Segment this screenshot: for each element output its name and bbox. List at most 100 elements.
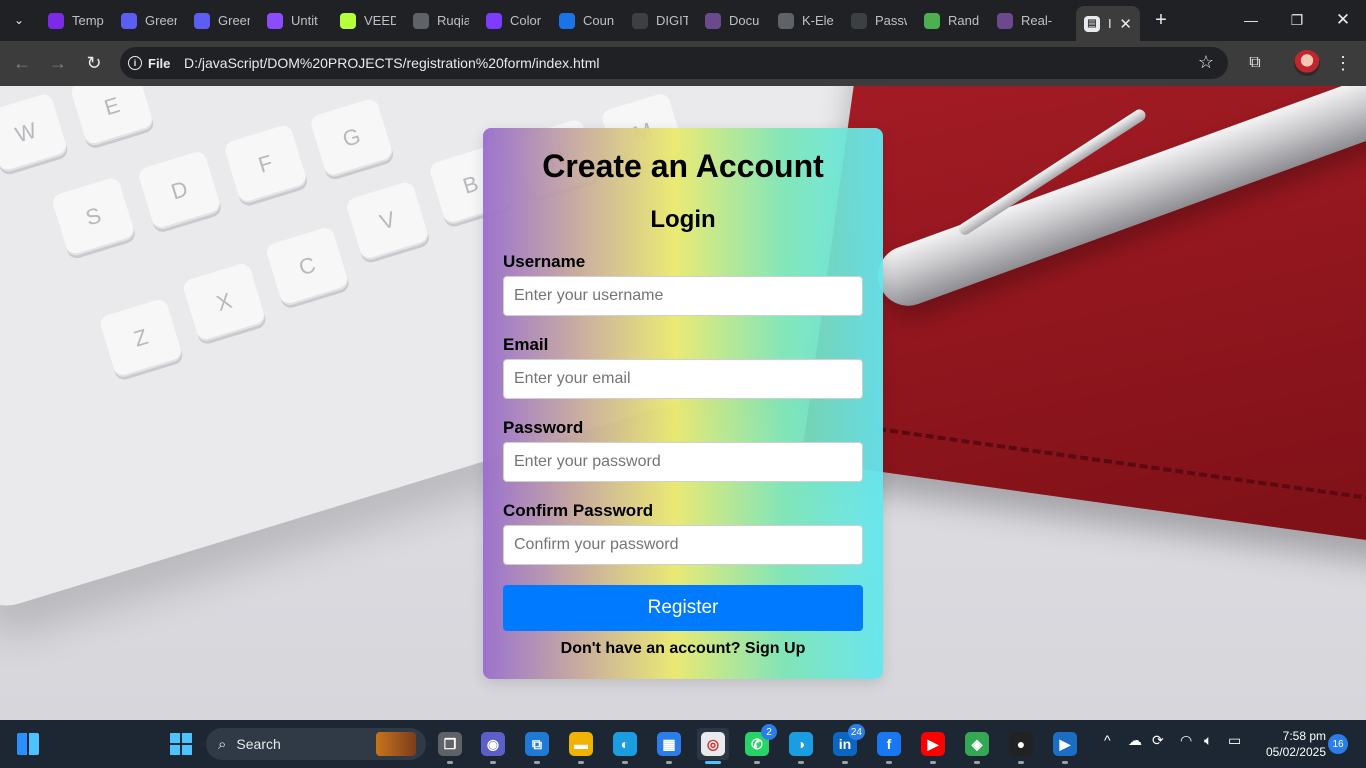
- email-label: Email: [503, 335, 549, 354]
- signup-link[interactable]: Don't have an account? Sign Up: [483, 640, 883, 658]
- menu-icon[interactable]: ⋮: [1332, 50, 1354, 76]
- url-text[interactable]: D:/javaScript/DOM%20PROJECTS/registratio…: [184, 55, 599, 71]
- tab-14[interactable]: Real-: [989, 6, 1061, 35]
- tab-label: Docu: [729, 13, 760, 28]
- tab-5[interactable]: VEED: [332, 6, 404, 35]
- new-tab-button[interactable]: +: [1150, 8, 1172, 32]
- tab-12[interactable]: Passw: [843, 6, 915, 35]
- maximize-button[interactable]: ❐: [1274, 6, 1320, 34]
- tab-active[interactable]: ▤ I ✕: [1076, 6, 1140, 41]
- tab-8[interactable]: Coun: [551, 6, 623, 35]
- tab-label: I: [1108, 16, 1112, 31]
- tab-label: Ruqia: [437, 13, 469, 28]
- profile-avatar[interactable]: [1294, 50, 1320, 76]
- vscode-taskbar-icon[interactable]: ⧉: [521, 728, 553, 764]
- tab-6[interactable]: Ruqia: [405, 6, 477, 35]
- site-chip-label: File: [148, 55, 171, 71]
- recorder-taskbar-icon[interactable]: ●: [1005, 728, 1037, 764]
- maps-icon: ◈: [965, 732, 989, 756]
- media-player-taskbar-icon[interactable]: ▶: [1049, 728, 1081, 764]
- tab-label: Real-: [1021, 13, 1053, 28]
- file-explorer-taskbar-icon[interactable]: ▬: [565, 728, 597, 764]
- taskbar-search[interactable]: ⌕ Search: [206, 728, 426, 760]
- file-explorer-icon: ▬: [569, 732, 593, 756]
- meet-icon: ◉: [481, 732, 505, 756]
- address-bar[interactable]: i File D:/javaScript/DOM%20PROJECTS/regi…: [120, 47, 1228, 79]
- tab-4[interactable]: Untit: [259, 6, 331, 35]
- page-viewport: WEHSDFGBNMVCXZ Create an Account Login U…: [0, 86, 1366, 720]
- keyboard-key: E: [69, 86, 155, 148]
- task-view-taskbar-icon[interactable]: ❐: [434, 728, 466, 764]
- tab-10[interactable]: Docu: [697, 6, 769, 35]
- keyboard-key: C: [264, 225, 351, 308]
- tab-13[interactable]: Rand: [916, 6, 988, 35]
- sync-icon[interactable]: ⟳: [1152, 732, 1164, 749]
- register-button[interactable]: Register: [503, 585, 863, 631]
- confirm-password-input[interactable]: [503, 525, 863, 565]
- minimize-button[interactable]: —: [1228, 6, 1274, 34]
- edge-profile-taskbar-icon[interactable]: ◑: [785, 728, 817, 764]
- tab-strip: ⌄ Temp Green Green Untit VEED Ruqia Color Coun D…: [0, 0, 1366, 41]
- extensions-icon[interactable]: ⧉: [1242, 50, 1268, 76]
- tab-label: VEED: [364, 13, 396, 28]
- search-highlight-image: [376, 732, 416, 756]
- color-icon: [486, 12, 502, 29]
- tab-3[interactable]: Green: [186, 6, 258, 35]
- bookmark-star-icon[interactable]: ☆: [1198, 52, 1214, 73]
- edge-profile-icon: ◑: [789, 732, 813, 756]
- unread-badge: 2: [761, 724, 777, 740]
- maps-taskbar-icon[interactable]: ◈: [961, 728, 993, 764]
- form-icon: [121, 12, 137, 29]
- password-input[interactable]: [503, 442, 863, 482]
- close-window-button[interactable]: ✕: [1320, 6, 1366, 34]
- site-info-chip[interactable]: i File: [128, 53, 170, 73]
- chrome-taskbar-icon[interactable]: ◎: [697, 728, 729, 764]
- whatsapp-taskbar-icon[interactable]: ✆ 2: [741, 724, 777, 764]
- edge-taskbar-icon[interactable]: ◐: [609, 728, 641, 764]
- tab-label: Passw: [875, 13, 907, 28]
- store-taskbar-icon[interactable]: ▦: [653, 728, 685, 764]
- email-input[interactable]: [503, 359, 863, 399]
- keyboard-key: D: [136, 149, 223, 232]
- tab-1[interactable]: Temp: [40, 6, 112, 35]
- notification-badge[interactable]: 16: [1328, 734, 1348, 754]
- reload-button[interactable]: ↻: [81, 50, 107, 76]
- image-icon: [924, 12, 940, 29]
- widgets-icon[interactable]: [12, 728, 44, 760]
- facebook-taskbar-icon[interactable]: f: [873, 728, 905, 764]
- app-icon: [267, 12, 283, 29]
- keyboard-key: Z: [98, 297, 184, 380]
- lock-icon: [851, 12, 867, 29]
- globe-icon: [778, 12, 794, 29]
- meet-taskbar-icon[interactable]: ◉: [477, 728, 509, 764]
- username-input[interactable]: [503, 276, 863, 316]
- volume-icon[interactable]: 🔈︎: [1204, 732, 1212, 749]
- counter-icon: [559, 12, 575, 29]
- tab-9[interactable]: DIGIT: [624, 6, 696, 35]
- start-button[interactable]: [165, 728, 197, 760]
- onedrive-icon[interactable]: ☁: [1128, 732, 1142, 749]
- browser-toolbar: ← → ↻ i File D:/javaScript/DOM%20PROJECT…: [0, 41, 1366, 86]
- clock[interactable]: 7:58 pm 05/02/2025: [1254, 728, 1326, 760]
- tray-overflow-icon[interactable]: ^: [1104, 732, 1111, 748]
- tab-search-icon[interactable]: ⌄: [6, 8, 32, 32]
- close-icon[interactable]: ✕: [1119, 15, 1132, 33]
- back-button[interactable]: ←: [9, 50, 35, 76]
- forward-button[interactable]: →: [45, 50, 71, 76]
- taskbar: ⌕ Search ❐ ◉ ⧉ ▬ ◐ ▦ ◎ ✆ 2 ◑ in 24 f ▶ ◈ ● ▶ ^ ☁ ⟳ ◠ 🔈︎ …: [0, 720, 1366, 768]
- tab-7[interactable]: Color: [478, 6, 550, 35]
- linkedin-taskbar-icon[interactable]: in 24: [829, 724, 865, 764]
- keyboard-key: S: [50, 176, 137, 258]
- page-icon: ▤: [1084, 15, 1100, 32]
- facebook-icon: f: [877, 732, 901, 756]
- store-icon: ▦: [657, 732, 681, 756]
- tab-11[interactable]: K-Ele: [770, 6, 842, 35]
- tab-label: Coun: [583, 13, 615, 28]
- form-subtitle: Login: [650, 206, 716, 233]
- youtube-taskbar-icon[interactable]: ▶: [917, 728, 949, 764]
- tab-2[interactable]: Green: [113, 6, 185, 35]
- app-icon: [997, 12, 1013, 29]
- battery-icon[interactable]: ▭: [1228, 732, 1241, 749]
- unread-badge: 24: [847, 724, 865, 740]
- wifi-icon[interactable]: ◠: [1180, 732, 1192, 749]
